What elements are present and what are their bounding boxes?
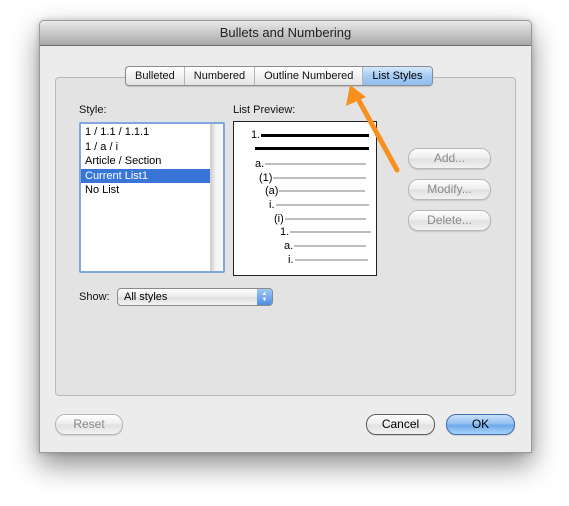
- list-preview-box: 1. a. (1) (a) i. (i) 1. a. i.: [233, 121, 377, 276]
- tab-list-styles[interactable]: List Styles: [363, 67, 432, 85]
- preview-level-1-line: [261, 133, 370, 137]
- preview-level-2-line: [265, 163, 367, 165]
- preview-level-7-line: [290, 231, 372, 233]
- modify-button[interactable]: Modify...: [408, 179, 491, 200]
- preview-level-8-line: [294, 245, 367, 247]
- preview-level-6-number: (i): [274, 213, 284, 225]
- preview-level-7: 1.: [280, 226, 372, 238]
- tab-numbered[interactable]: Numbered: [185, 67, 256, 85]
- preview-level-6: (i): [274, 213, 366, 225]
- show-select-value: All styles: [124, 291, 168, 303]
- chevron-down-icon: ▼: [261, 297, 268, 303]
- show-label: Show:: [79, 291, 110, 303]
- preview-level-4-number: (a): [265, 185, 279, 197]
- preview-level-3-line: [273, 177, 367, 179]
- tab-bar: Bulleted Numbered Outline Numbered List …: [125, 66, 433, 86]
- style-item-current-list1[interactable]: Current List1: [81, 168, 210, 183]
- preview-level-2-number: a.: [255, 158, 265, 170]
- show-select[interactable]: All styles ▲ ▼: [117, 288, 273, 306]
- preview-level-9: i.: [288, 254, 368, 266]
- reset-button[interactable]: Reset: [55, 414, 123, 435]
- style-item-article-section[interactable]: Article / Section: [81, 154, 210, 169]
- style-items: 1 / 1.1 / 1.1.1 1 / a / i Article / Sect…: [81, 125, 210, 198]
- preview-level-1-line-2: [255, 146, 369, 150]
- dialog-title: Bullets and Numbering: [40, 21, 531, 46]
- preview-level-5: i.: [269, 199, 369, 211]
- preview-level-9-line: [294, 259, 368, 261]
- tab-bulleted[interactable]: Bulleted: [126, 67, 185, 85]
- preview-level-5-line: [275, 204, 369, 206]
- ok-button[interactable]: OK: [446, 414, 515, 435]
- list-preview-label: List Preview:: [233, 104, 296, 116]
- tab-outline-numbered[interactable]: Outline Numbered: [255, 67, 364, 85]
- style-item-1-1.1-1.1.1[interactable]: 1 / 1.1 / 1.1.1: [81, 125, 210, 140]
- preview-level-4: (a): [265, 185, 366, 197]
- preview-level-8-number: a.: [284, 240, 294, 252]
- preview-level-5-number: i.: [269, 199, 275, 211]
- preview-level-4-line: [279, 190, 366, 192]
- preview-level-2: a.: [255, 158, 367, 170]
- style-listbox[interactable]: 1 / 1.1 / 1.1.1 1 / a / i Article / Sect…: [79, 122, 225, 273]
- add-button[interactable]: Add...: [408, 148, 491, 169]
- preview-level-6-line: [284, 218, 366, 220]
- preview-level-1: 1.: [251, 129, 370, 141]
- style-label: Style:: [79, 104, 107, 116]
- style-item-no-list[interactable]: No List: [81, 183, 210, 198]
- preview-level-7-number: 1.: [280, 226, 290, 238]
- delete-button[interactable]: Delete...: [408, 210, 491, 231]
- cancel-button[interactable]: Cancel: [366, 414, 435, 435]
- up-down-chevron-icon: ▲ ▼: [257, 289, 272, 305]
- preview-level-3: (1): [259, 172, 367, 184]
- preview-level-1-continuation: [255, 142, 369, 154]
- preview-level-8: a.: [284, 240, 367, 252]
- preview-level-3-number: (1): [259, 172, 273, 184]
- bullets-numbering-dialog: Bullets and Numbering Bulleted Numbered …: [39, 20, 532, 453]
- preview-level-9-number: i.: [288, 254, 294, 266]
- style-list-scrollbar[interactable]: [210, 124, 223, 271]
- style-item-1-a-i[interactable]: 1 / a / i: [81, 140, 210, 155]
- preview-level-1-number: 1.: [251, 129, 261, 141]
